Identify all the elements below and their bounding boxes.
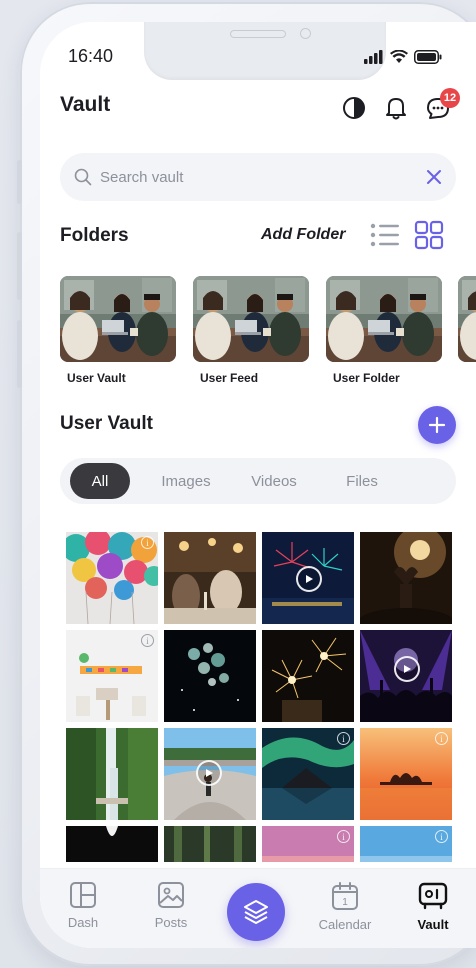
status-time: 16:40 — [68, 46, 114, 66]
header-actions: 12 — [340, 88, 460, 122]
wifi-icon — [390, 50, 408, 63]
info-icon[interactable]: i — [337, 830, 350, 843]
add-media-button[interactable] — [418, 406, 456, 444]
status-icons — [364, 50, 442, 64]
photo-bubbles — [164, 630, 256, 722]
dashboard-icon — [70, 882, 96, 908]
media-filter-tabs: All Images Videos Files — [60, 458, 456, 504]
photo-dark-cave — [66, 826, 158, 862]
vault-icon — [418, 882, 448, 910]
info-icon[interactable]: i — [435, 830, 448, 843]
image-icon — [158, 882, 184, 908]
search-icon — [74, 168, 92, 186]
media-thumbnail[interactable]: i — [360, 728, 452, 820]
media-thumbnail[interactable] — [66, 728, 158, 820]
phone-side-button — [17, 160, 22, 204]
photo-sparklers — [262, 630, 354, 722]
play-icon[interactable] — [296, 566, 322, 592]
bottom-nav: Dash Posts 1 Calendar Vault — [40, 868, 476, 948]
folder-thumbnail — [326, 276, 442, 362]
nav-calendar[interactable]: 1 Calendar — [310, 881, 380, 932]
media-thumbnail[interactable]: i — [262, 728, 354, 820]
photo-waterfall — [66, 728, 158, 820]
media-thumbnail[interactable]: i — [66, 532, 158, 624]
media-thumbnail[interactable]: i — [262, 826, 354, 862]
media-thumbnail[interactable] — [262, 630, 354, 722]
media-thumbnail[interactable] — [262, 532, 354, 624]
nav-vault[interactable]: Vault — [398, 881, 468, 932]
info-icon[interactable]: i — [337, 732, 350, 745]
layers-button[interactable] — [227, 883, 285, 941]
contrast-icon — [343, 97, 365, 119]
nav-dash[interactable]: Dash — [48, 881, 118, 930]
photo-forest — [164, 826, 256, 862]
bell-icon — [386, 98, 406, 120]
media-thumbnail[interactable] — [164, 826, 256, 862]
media-thumbnail[interactable] — [164, 630, 256, 722]
media-thumbnail[interactable] — [360, 630, 452, 722]
folder-thumbnail — [458, 276, 476, 362]
tab-videos[interactable]: Videos — [238, 463, 310, 499]
folder-thumbnail — [60, 276, 176, 362]
messages-button[interactable]: 12 — [424, 88, 460, 122]
nav-label: Calendar — [318, 917, 372, 932]
folders-title: Folders — [60, 225, 129, 246]
info-icon[interactable]: i — [141, 634, 154, 647]
phone-notch — [144, 22, 386, 80]
tab-files[interactable]: Files — [332, 463, 392, 499]
folder-card[interactable]: User Feed — [193, 276, 309, 385]
notifications-button[interactable] — [382, 94, 410, 122]
nav-label: Posts — [154, 915, 188, 930]
media-gallery: i i i i i i — [66, 532, 456, 862]
front-camera — [300, 28, 311, 39]
folder-card[interactable]: User Vault — [60, 276, 176, 385]
nav-label: Vault — [417, 917, 449, 932]
media-thumbnail[interactable] — [164, 532, 256, 624]
add-folder-button[interactable]: Add Folder — [261, 226, 345, 244]
media-thumbnail[interactable] — [360, 532, 452, 624]
list-view-button[interactable] — [370, 222, 400, 253]
media-thumbnail[interactable]: i — [66, 630, 158, 722]
photo-restaurant — [164, 532, 256, 624]
folder-card[interactable] — [458, 276, 476, 371]
folder-label: User Folder — [333, 371, 400, 385]
photo-concert-heart — [360, 532, 452, 624]
tab-all[interactable]: All — [70, 463, 130, 499]
search-input[interactable] — [100, 168, 426, 186]
play-icon[interactable] — [394, 656, 420, 682]
layers-icon — [244, 900, 268, 924]
folder-card[interactable]: User Folder — [326, 276, 442, 385]
grid-view-button[interactable] — [414, 220, 444, 255]
media-thumbnail[interactable] — [66, 826, 158, 862]
plus-icon — [428, 416, 446, 434]
phone-side-button — [17, 320, 22, 388]
info-icon[interactable]: i — [435, 732, 448, 745]
notification-badge: 12 — [440, 88, 460, 108]
svg-text:1: 1 — [342, 897, 348, 908]
tab-images[interactable]: Images — [150, 463, 222, 499]
theme-toggle-button[interactable] — [340, 94, 368, 122]
vault-section-title: User Vault — [60, 413, 153, 434]
phone-side-button — [17, 232, 22, 300]
list-view-icon — [370, 223, 399, 247]
nav-label: Dash — [67, 915, 99, 930]
search-bar — [60, 153, 456, 201]
grid-view-icon — [414, 220, 444, 250]
play-icon[interactable] — [196, 760, 222, 786]
nav-posts[interactable]: Posts — [136, 881, 206, 930]
phone-screen: 16:40 Vault 12 Search vault Folders Add … — [40, 22, 476, 948]
clear-search-icon[interactable] — [426, 169, 442, 185]
folder-label: User Feed — [200, 371, 259, 385]
battery-icon — [414, 50, 442, 64]
media-thumbnail[interactable] — [164, 728, 256, 820]
folder-label: User Vault — [67, 371, 126, 385]
media-thumbnail[interactable]: i — [360, 826, 452, 862]
page-title: Vault — [60, 93, 111, 116]
folder-thumbnail — [193, 276, 309, 362]
speaker-grille — [230, 30, 286, 38]
calendar-icon: 1 — [332, 882, 358, 910]
signal-icon — [364, 50, 383, 64]
info-icon[interactable]: i — [141, 536, 154, 549]
